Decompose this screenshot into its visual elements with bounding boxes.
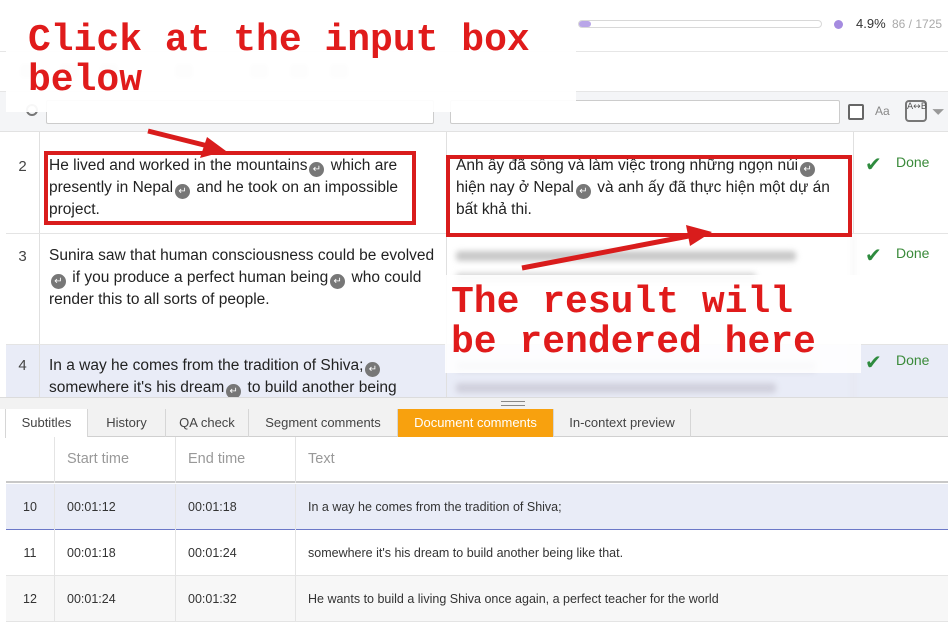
table-row[interactable]: 11 00:01:18 00:01:24 somewhere it's his … [6,530,948,576]
callout-result-text: The result will be rendered here [451,281,816,364]
check-icon: ✔ [865,243,882,267]
cell-end-time: 00:01:32 [176,576,296,622]
source-text: Sunira saw that human consciousness coul… [49,247,435,264]
status-label: Done [896,154,930,170]
segment-source-text: In a way he comes from the tradition of … [41,345,447,397]
cell-text: He wants to build a living Shiva once ag… [308,592,719,606]
progress-percent: 4.9% [856,16,886,31]
tab-segment-comments[interactable]: Segment comments [249,409,398,437]
bottom-tabs: Subtitles History QA check Segment comme… [5,409,948,438]
paragraph-mark-icon: ↵ [330,274,346,289]
header-start-time[interactable]: Start time [55,437,176,483]
cell-end-time: 00:01:18 [176,484,296,530]
cell-index: 11 [6,530,55,576]
cell-start-time: 00:01:12 [55,484,176,530]
match-case-checkbox[interactable] [848,104,864,120]
drag-handle-icon[interactable] [501,401,525,406]
paragraph-mark-icon: ↵ [226,384,242,397]
header-text[interactable]: Text [296,437,948,483]
progress-fill [579,21,591,27]
subtitles-table: Start time End time Text 10 00:01:12 00:… [6,437,948,631]
tab-subtitles[interactable]: Subtitles [5,409,88,438]
progress-indicator-dot [834,20,843,29]
progress-count: 86 / 1725 [892,17,943,31]
cell-text: In a way he comes from the tradition of … [308,500,562,514]
table-row[interactable]: 10 00:01:12 00:01:18 In a way he comes f… [6,484,948,530]
source-text: if you produce a perfect human being [68,269,329,286]
tab-history[interactable]: History [88,409,166,437]
segment-number: 3 [6,234,40,344]
source-text: In a way he comes from the tradition of … [49,357,364,374]
cell-end-time: 00:01:24 [176,530,296,576]
source-text: to build another being [243,379,397,396]
callout-click-text: Click at the input box below [28,19,530,102]
match-case-label: Aa [875,104,890,118]
segment-number: 2 [6,132,40,233]
panel-splitter[interactable] [0,397,948,409]
filter-icon[interactable]: ⏷ [932,102,945,122]
cell-start-time: 00:01:18 [55,530,176,576]
header-index [6,437,55,483]
tab-qa-check[interactable]: QA check [166,409,249,437]
check-icon: ✔ [865,152,882,176]
segment-source-text: Sunira saw that human consciousness coul… [41,234,447,344]
cell-index: 10 [6,484,55,530]
highlight-source-frame [44,151,416,225]
segment-status: ✔ Done [862,350,948,376]
paragraph-mark-icon: ↵ [51,274,66,289]
tab-in-context-preview[interactable]: In-context preview [554,409,691,437]
source-text: somewhere it's his dream [49,379,225,396]
highlight-target-frame [446,155,852,237]
tab-document-comments[interactable]: Document comments [398,409,554,437]
cell-index: 12 [6,576,55,622]
cell-text: somewhere it's his dream to build anothe… [308,546,624,560]
replace-icon[interactable]: A↔B [905,100,927,122]
segment-number: 4 [6,345,40,397]
status-label: Done [896,352,930,368]
progress-bar [578,20,822,28]
segment-status: ✔ Done [862,243,948,269]
cell-start-time: 00:01:24 [55,576,176,622]
status-label: Done [896,245,930,261]
table-header: Start time End time Text [6,437,948,483]
segment-status: ✔ Done [862,152,948,178]
paragraph-mark-icon: ↵ [365,362,381,377]
instruction-callout: Click at the input box below [6,12,576,112]
header-end-time[interactable]: End time [176,437,296,483]
result-callout: The result will be rendered here [445,275,861,373]
table-row[interactable]: 12 00:01:24 00:01:32 He wants to build a… [6,576,948,622]
check-icon: ✔ [865,350,882,374]
